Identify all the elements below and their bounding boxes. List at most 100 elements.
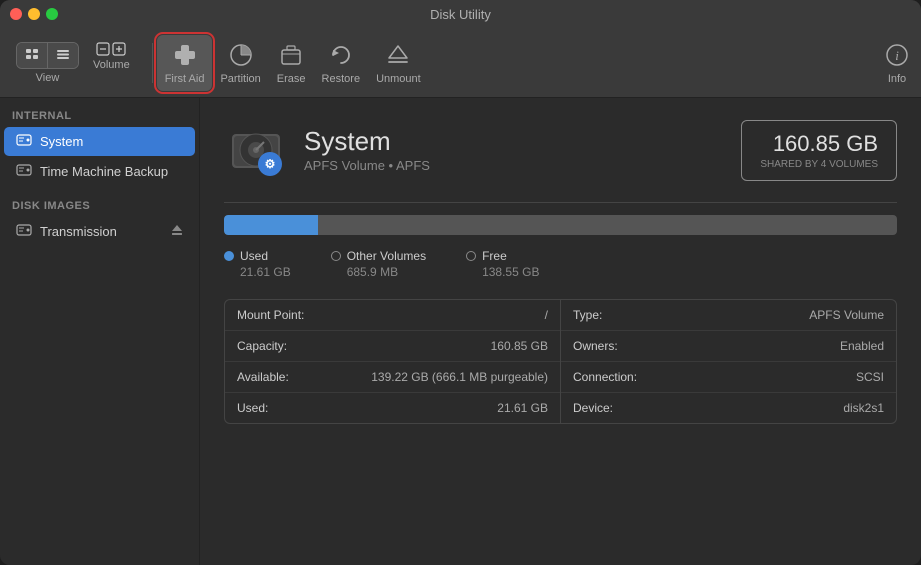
unmount-label: Unmount [376,73,421,85]
info-val-available: 139.22 GB (666.1 MB purgeable) [371,370,548,384]
sidebar: Internal System [0,98,200,565]
sidebar-item-time-machine[interactable]: Time Machine Backup [4,157,195,186]
legend-used-dot [224,251,234,261]
volume-button[interactable]: Volume [87,38,136,88]
erase-button[interactable]: Erase [269,35,314,91]
partition-icon [227,41,255,69]
legend-free-header: Free [466,249,539,263]
legend-other-dot [331,251,341,261]
main-content: Internal System [0,98,921,565]
info-row-owners: Owners: Enabled [561,331,896,362]
disk-icon: ⚙ [224,118,288,182]
svg-text:⚙: ⚙ [265,157,276,171]
erase-label: Erase [277,73,306,85]
info-key-type: Type: [573,308,602,322]
system-disk-icon [16,132,32,151]
legend-free-value: 138.55 GB [482,265,539,279]
info-key-used: Used: [237,401,268,415]
unmount-icon [384,41,412,69]
info-val-mount: / [545,308,548,322]
info-row-device: Device: disk2s1 [561,393,896,423]
info-button[interactable]: i Info [883,41,911,85]
disk-size-box: 160.85 GB SHARED BY 4 VOLUMES [741,120,897,181]
window-title: Disk Utility [430,7,491,22]
info-val-connection: SCSI [856,370,884,384]
legend-free: Free 138.55 GB [466,249,539,279]
volume-label: Volume [93,59,130,71]
info-col-right: Type: APFS Volume Owners: Enabled Connec… [561,300,896,423]
sidebar-item-tm-label: Time Machine Backup [40,164,168,179]
legend-other-label: Other Volumes [347,249,426,263]
info-label: Info [888,73,906,85]
info-val-type: APFS Volume [809,308,884,322]
transmission-icon [16,222,32,241]
unmount-button[interactable]: Unmount [368,35,429,91]
maximize-button[interactable] [46,8,58,20]
info-icon: i [883,41,911,69]
sidebar-item-system[interactable]: System [4,127,195,156]
disk-size-shared: SHARED BY 4 VOLUMES [760,159,878,170]
first-aid-label: First Aid [165,73,205,85]
view-segmented[interactable] [16,42,79,69]
legend-used: Used 21.61 GB [224,249,291,279]
svg-text:i: i [895,48,899,63]
info-row-used: Used: 21.61 GB [225,393,560,423]
minimize-button[interactable] [28,8,40,20]
view-button[interactable]: View [10,38,85,88]
info-val-used: 21.61 GB [497,401,548,415]
info-key-owners: Owners: [573,339,618,353]
sidebar-section-disk-images: Disk Images [0,196,199,216]
restore-label: Restore [322,73,361,85]
erase-icon [277,41,305,69]
partition-label: Partition [220,73,260,85]
disk-subtitle: APFS Volume • APFS [304,158,725,173]
legend-free-label: Free [482,249,507,263]
sidebar-item-transmission-label: Transmission [40,224,117,239]
restore-icon [327,41,355,69]
info-key-available: Available: [237,370,289,384]
legend-used-header: Used [224,249,291,263]
close-button[interactable] [10,8,22,20]
restore-button[interactable]: Restore [314,35,369,91]
info-key-mount: Mount Point: [237,308,304,322]
sidebar-section-internal: Internal [0,106,199,126]
legend-used-label: Used [240,249,268,263]
info-key-device: Device: [573,401,613,415]
legend-other-header: Other Volumes [331,249,426,263]
time-machine-icon [16,162,32,181]
sidebar-item-system-label: System [40,134,83,149]
first-aid-icon [171,41,199,69]
usage-legend: Used 21.61 GB Other Volumes 685.9 MB Fre… [224,249,897,279]
title-bar: Disk Utility [0,0,921,28]
traffic-lights [10,8,58,20]
disk-name: System [304,127,725,156]
info-table: Mount Point: / Capacity: 160.85 GB Avail… [224,299,897,424]
legend-other: Other Volumes 685.9 MB [331,249,426,279]
legend-used-value: 21.61 GB [240,265,291,279]
toolbar-sep-1 [152,43,153,83]
info-col-left: Mount Point: / Capacity: 160.85 GB Avail… [225,300,561,423]
info-row-available: Available: 139.22 GB (666.1 MB purgeable… [225,362,560,393]
eject-button[interactable] [171,224,183,239]
legend-other-value: 685.9 MB [347,265,426,279]
sidebar-item-transmission[interactable]: Transmission [4,217,195,246]
view-list-btn[interactable] [17,43,48,68]
view-expand-btn[interactable] [48,43,78,68]
content-panel: ⚙ System APFS Volume • APFS 160.85 GB SH… [200,98,921,565]
disk-header: ⚙ System APFS Volume • APFS 160.85 GB SH… [224,118,897,182]
info-key-connection: Connection: [573,370,637,384]
legend-free-dot [466,251,476,261]
toolbar: View Volume [0,28,921,98]
usage-bar-used [224,215,318,235]
info-val-capacity: 160.85 GB [491,339,548,353]
first-aid-button[interactable]: First Aid [157,35,213,91]
view-label: View [36,72,60,84]
info-row-mount: Mount Point: / [225,300,560,331]
usage-bar [224,215,897,235]
disk-info: System APFS Volume • APFS [304,127,725,174]
info-row-connection: Connection: SCSI [561,362,896,393]
info-row-capacity: Capacity: 160.85 GB [225,331,560,362]
separator-1 [224,202,897,203]
partition-button[interactable]: Partition [212,35,268,91]
info-val-owners: Enabled [840,339,884,353]
